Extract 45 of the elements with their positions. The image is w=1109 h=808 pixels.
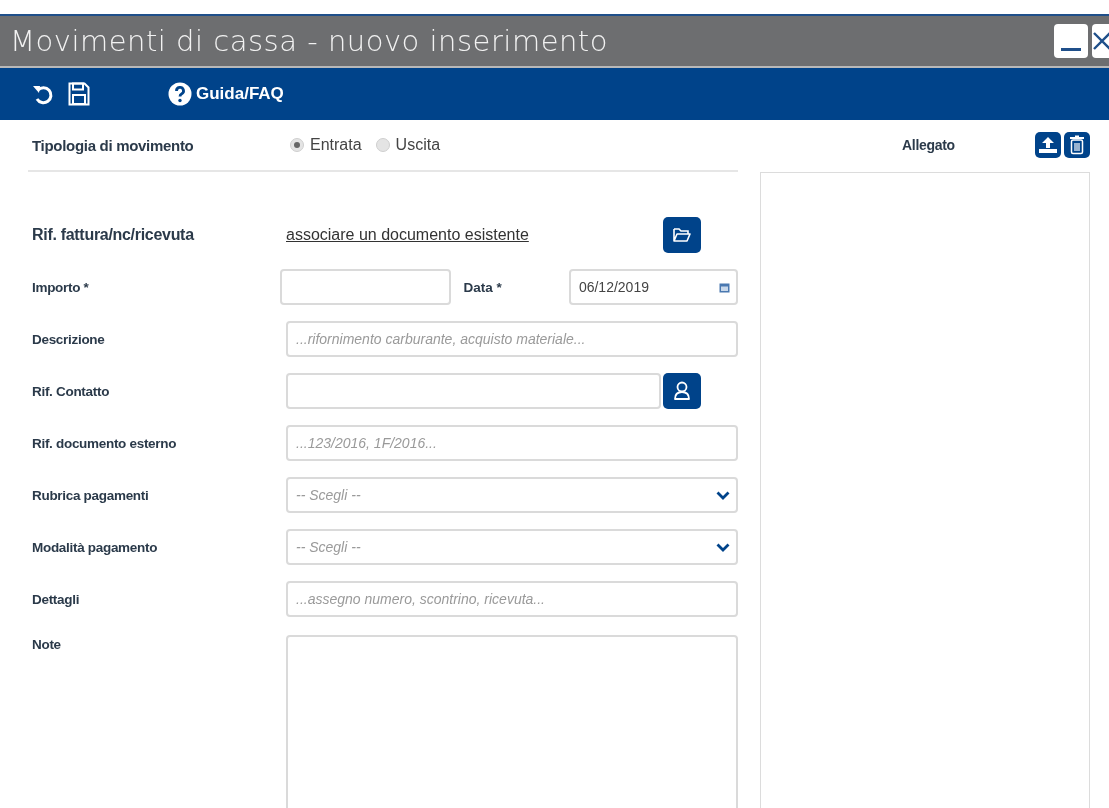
field-label: Rif. documento esterno: [31, 435, 178, 451]
field-label: Dettagli: [31, 591, 81, 607]
window-title: Movimenti di cassa - nuovo inserimento: [10, 24, 609, 58]
calendar-icon[interactable]: [719, 281, 730, 293]
open-folder-button[interactable]: [663, 217, 701, 253]
upload-button[interactable]: [1035, 132, 1061, 158]
movement-type-label: Tipologia di movimento: [31, 136, 195, 154]
notes-field[interactable]: [286, 635, 738, 808]
save-icon: [68, 82, 90, 106]
save-button[interactable]: [68, 82, 90, 106]
contact-button[interactable]: [663, 373, 701, 409]
field-label: Rif. fattura/nc/ricevuta: [31, 226, 196, 244]
close-button[interactable]: [1092, 24, 1109, 58]
attachment-label: Allegato: [902, 137, 956, 153]
field-label: Descrizione: [31, 331, 106, 347]
upload-icon: [1038, 135, 1058, 155]
amount-field[interactable]: [279, 269, 451, 305]
contact-field[interactable]: [286, 373, 661, 409]
minimize-icon: [1061, 47, 1081, 51]
radio-option[interactable]: Entrata: [290, 136, 362, 154]
text-field[interactable]: ...123/2016, 1F/2016...: [286, 425, 738, 461]
field-label: Importo *: [31, 279, 90, 295]
help-icon: [168, 82, 192, 106]
field-label: Note: [31, 636, 62, 652]
radio-button[interactable]: [290, 138, 304, 152]
radio-button[interactable]: [375, 138, 390, 152]
trash-icon: [1068, 135, 1086, 155]
field-label: Rubrica pagamenti: [31, 487, 150, 503]
help-faq-button[interactable]: Guida/FAQ: [168, 82, 284, 106]
user-icon: [673, 381, 691, 401]
text-field[interactable]: ...rifornimento carburante, acquisto materiale...: [286, 321, 738, 357]
field-label: Modalità pagamento: [31, 539, 159, 555]
chevron-down-icon: [716, 542, 730, 552]
radio-option[interactable]: Uscita: [375, 136, 441, 154]
field-label: Rif. Contatto: [31, 383, 111, 399]
field-label: Data *: [462, 279, 503, 295]
undo-button[interactable]: [32, 83, 54, 105]
undo-icon: [32, 83, 54, 105]
associate-document-link[interactable]: associare un documento esistente: [286, 226, 663, 244]
date-field[interactable]: 06/12/2019: [568, 269, 738, 305]
chevron-down-icon: [716, 490, 730, 500]
folder-icon: [672, 227, 692, 243]
text-field[interactable]: ...assegno numero, scontrino, ricevuta...: [286, 581, 738, 617]
minimize-button[interactable]: [1054, 24, 1088, 58]
delete-button[interactable]: [1064, 132, 1090, 158]
